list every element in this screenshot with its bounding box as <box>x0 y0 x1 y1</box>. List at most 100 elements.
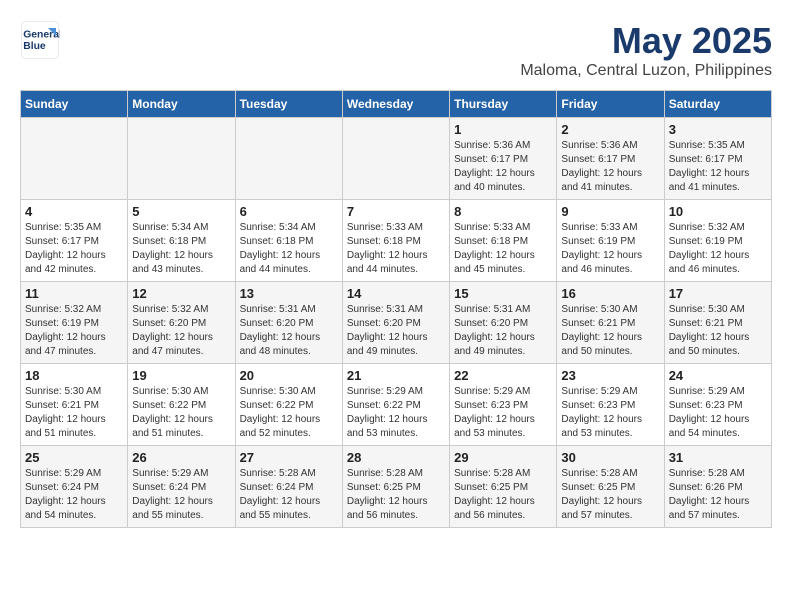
day-info: Sunrise: 5:29 AM Sunset: 6:23 PM Dayligh… <box>561 385 659 441</box>
day-info: Sunrise: 5:36 AM Sunset: 6:17 PM Dayligh… <box>561 139 659 195</box>
day-number: 27 <box>240 450 338 465</box>
calendar-cell: 16 Sunrise: 5:30 AM Sunset: 6:21 PM Dayli… <box>557 282 664 364</box>
month-title: May 2025 <box>520 20 772 62</box>
calendar-cell: 17 Sunrise: 5:30 AM Sunset: 6:21 PM Dayli… <box>664 282 771 364</box>
day-number: 9 <box>561 204 659 219</box>
day-header-sunday: Sunday <box>21 91 128 118</box>
day-info: Sunrise: 5:29 AM Sunset: 6:23 PM Dayligh… <box>669 385 767 441</box>
calendar-cell: 2 Sunrise: 5:36 AM Sunset: 6:17 PM Daylig… <box>557 118 664 200</box>
day-number: 24 <box>669 368 767 383</box>
week-row-4: 18Sunrise: 5:30 AM Sunset: 6:21 PM Dayli… <box>21 364 772 446</box>
location-subtitle: Maloma, Central Luzon, Philippines <box>520 62 772 80</box>
week-row-1: 1 Sunrise: 5:36 AM Sunset: 6:17 PM Daylig… <box>21 118 772 200</box>
day-number: 18 <box>25 368 123 383</box>
calendar-cell: 20 Sunrise: 5:30 AM Sunset: 6:22 PM Dayli… <box>235 364 342 446</box>
calendar-cell: 31 Sunrise: 5:28 AM Sunset: 6:26 PM Dayli… <box>664 446 771 528</box>
calendar-cell: 11 Sunrise: 5:32 AM Sunset: 6:19 PM Dayli… <box>21 282 128 364</box>
calendar-cell: 18Sunrise: 5:30 AM Sunset: 6:21 PM Dayli… <box>21 364 128 446</box>
calendar-cell: 4 Sunrise: 5:35 AM Sunset: 6:17 PM Daylig… <box>21 200 128 282</box>
day-number: 26 <box>132 450 230 465</box>
day-info: Sunrise: 5:28 AM Sunset: 6:26 PM Dayligh… <box>669 467 767 523</box>
day-number: 29 <box>454 450 552 465</box>
day-info: Sunrise: 5:29 AM Sunset: 6:23 PM Dayligh… <box>454 385 552 441</box>
page-header: General Blue May 2025 Maloma, Central Lu… <box>20 20 772 80</box>
calendar-cell: 7 Sunrise: 5:33 AM Sunset: 6:18 PM Daylig… <box>342 200 449 282</box>
day-number: 10 <box>669 204 767 219</box>
day-number: 6 <box>240 204 338 219</box>
calendar-cell: 10 Sunrise: 5:32 AM Sunset: 6:19 PM Dayli… <box>664 200 771 282</box>
day-header-tuesday: Tuesday <box>235 91 342 118</box>
day-number: 16 <box>561 286 659 301</box>
calendar-cell <box>128 118 235 200</box>
day-info: Sunrise: 5:33 AM Sunset: 6:19 PM Dayligh… <box>561 221 659 277</box>
day-info: Sunrise: 5:35 AM Sunset: 6:17 PM Dayligh… <box>669 139 767 195</box>
calendar-cell: 12Sunrise: 5:32 AM Sunset: 6:20 PM Dayli… <box>128 282 235 364</box>
day-header-friday: Friday <box>557 91 664 118</box>
day-info: Sunrise: 5:31 AM Sunset: 6:20 PM Dayligh… <box>240 303 338 359</box>
week-row-5: 25 Sunrise: 5:29 AM Sunset: 6:24 PM Dayli… <box>21 446 772 528</box>
day-info: Sunrise: 5:29 AM Sunset: 6:22 PM Dayligh… <box>347 385 445 441</box>
day-number: 14 <box>347 286 445 301</box>
calendar-cell: 19 Sunrise: 5:30 AM Sunset: 6:22 PM Dayli… <box>128 364 235 446</box>
calendar-cell <box>21 118 128 200</box>
calendar-cell: 25Sunrise: 5:29 AM Sunset: 6:24 PM Dayli… <box>21 446 128 528</box>
header-row: SundayMondayTuesdayWednesdayThursdayFrid… <box>21 91 772 118</box>
day-number: 13 <box>240 286 338 301</box>
logo-icon: General Blue <box>20 20 60 60</box>
day-info: Sunrise: 5:30 AM Sunset: 6:21 PM Dayligh… <box>561 303 659 359</box>
day-info: Sunrise: 5:34 AM Sunset: 6:18 PM Dayligh… <box>240 221 338 277</box>
week-row-3: 11 Sunrise: 5:32 AM Sunset: 6:19 PM Dayli… <box>21 282 772 364</box>
calendar-cell: 21 Sunrise: 5:29 AM Sunset: 6:22 PM Dayli… <box>342 364 449 446</box>
day-number: 8 <box>454 204 552 219</box>
day-info: Sunrise: 5:35 AM Sunset: 6:17 PM Dayligh… <box>25 221 123 277</box>
day-number: 3 <box>669 122 767 137</box>
day-number: 19 <box>132 368 230 383</box>
calendar-cell <box>342 118 449 200</box>
day-info: Sunrise: 5:33 AM Sunset: 6:18 PM Dayligh… <box>347 221 445 277</box>
calendar-cell: 15Sunrise: 5:31 AM Sunset: 6:20 PM Dayli… <box>450 282 557 364</box>
calendar-cell: 1 Sunrise: 5:36 AM Sunset: 6:17 PM Daylig… <box>450 118 557 200</box>
calendar-table: SundayMondayTuesdayWednesdayThursdayFrid… <box>20 90 772 528</box>
day-info: Sunrise: 5:28 AM Sunset: 6:25 PM Dayligh… <box>347 467 445 523</box>
calendar-cell: 9 Sunrise: 5:33 AM Sunset: 6:19 PM Daylig… <box>557 200 664 282</box>
day-number: 4 <box>25 204 123 219</box>
day-info: Sunrise: 5:32 AM Sunset: 6:19 PM Dayligh… <box>669 221 767 277</box>
day-info: Sunrise: 5:36 AM Sunset: 6:17 PM Dayligh… <box>454 139 552 195</box>
calendar-cell: 29 Sunrise: 5:28 AM Sunset: 6:25 PM Dayli… <box>450 446 557 528</box>
day-info: Sunrise: 5:32 AM Sunset: 6:19 PM Dayligh… <box>25 303 123 359</box>
day-info: Sunrise: 5:33 AM Sunset: 6:18 PM Dayligh… <box>454 221 552 277</box>
calendar-cell: 23Sunrise: 5:29 AM Sunset: 6:23 PM Dayli… <box>557 364 664 446</box>
day-header-thursday: Thursday <box>450 91 557 118</box>
day-number: 17 <box>669 286 767 301</box>
calendar-cell: 22Sunrise: 5:29 AM Sunset: 6:23 PM Dayli… <box>450 364 557 446</box>
day-info: Sunrise: 5:32 AM Sunset: 6:20 PM Dayligh… <box>132 303 230 359</box>
day-number: 2 <box>561 122 659 137</box>
day-number: 11 <box>25 286 123 301</box>
day-info: Sunrise: 5:30 AM Sunset: 6:22 PM Dayligh… <box>240 385 338 441</box>
calendar-cell: 5Sunrise: 5:34 AM Sunset: 6:18 PM Daylig… <box>128 200 235 282</box>
day-info: Sunrise: 5:31 AM Sunset: 6:20 PM Dayligh… <box>347 303 445 359</box>
day-info: Sunrise: 5:28 AM Sunset: 6:25 PM Dayligh… <box>454 467 552 523</box>
day-number: 15 <box>454 286 552 301</box>
day-number: 20 <box>240 368 338 383</box>
calendar-cell: 30Sunrise: 5:28 AM Sunset: 6:25 PM Dayli… <box>557 446 664 528</box>
day-number: 31 <box>669 450 767 465</box>
day-number: 7 <box>347 204 445 219</box>
calendar-cell: 24 Sunrise: 5:29 AM Sunset: 6:23 PM Dayli… <box>664 364 771 446</box>
day-number: 21 <box>347 368 445 383</box>
day-info: Sunrise: 5:29 AM Sunset: 6:24 PM Dayligh… <box>132 467 230 523</box>
day-header-wednesday: Wednesday <box>342 91 449 118</box>
day-info: Sunrise: 5:30 AM Sunset: 6:22 PM Dayligh… <box>132 385 230 441</box>
day-number: 25 <box>25 450 123 465</box>
logo: General Blue <box>20 20 60 60</box>
week-row-2: 4 Sunrise: 5:35 AM Sunset: 6:17 PM Daylig… <box>21 200 772 282</box>
calendar-cell: 14 Sunrise: 5:31 AM Sunset: 6:20 PM Dayli… <box>342 282 449 364</box>
day-info: Sunrise: 5:34 AM Sunset: 6:18 PM Dayligh… <box>132 221 230 277</box>
calendar-cell: 13 Sunrise: 5:31 AM Sunset: 6:20 PM Dayli… <box>235 282 342 364</box>
day-header-saturday: Saturday <box>664 91 771 118</box>
calendar-cell: 26 Sunrise: 5:29 AM Sunset: 6:24 PM Dayli… <box>128 446 235 528</box>
day-number: 1 <box>454 122 552 137</box>
title-block: May 2025 Maloma, Central Luzon, Philippi… <box>520 20 772 80</box>
day-info: Sunrise: 5:30 AM Sunset: 6:21 PM Dayligh… <box>669 303 767 359</box>
day-info: Sunrise: 5:28 AM Sunset: 6:24 PM Dayligh… <box>240 467 338 523</box>
